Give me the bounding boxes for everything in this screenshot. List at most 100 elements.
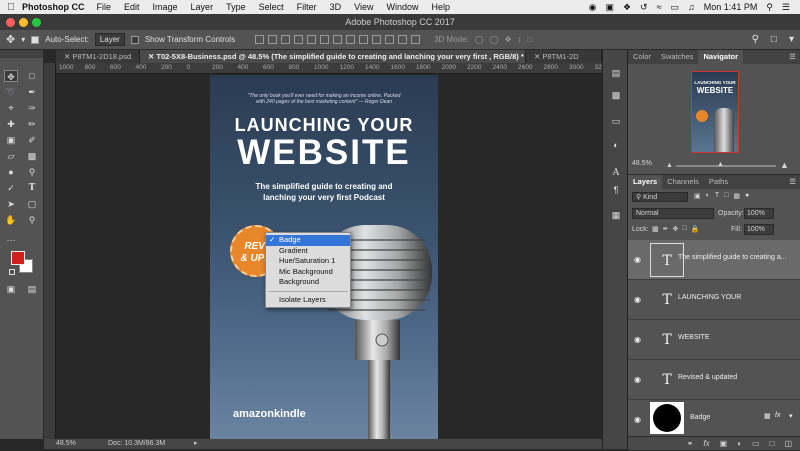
layer-row[interactable]: ◉ Badge ▦ fx ▾ [628, 400, 800, 436]
menu-item-isolate-layers[interactable]: Isolate Layers [266, 295, 350, 306]
default-colors-icon[interactable] [9, 269, 15, 275]
minimize-window-button[interactable] [19, 18, 28, 27]
menu-layer[interactable]: Layer [191, 2, 214, 12]
filter-toggle-icon[interactable]: ● [745, 192, 749, 200]
menu-filter[interactable]: Filter [297, 2, 317, 12]
zoom-tool-icon[interactable]: ⚲ [25, 214, 39, 226]
add-mask-icon[interactable]: ▣ [720, 437, 728, 450]
menu-list-icon[interactable]: ☰ [782, 2, 790, 13]
distribute-hcenter-icon[interactable] [385, 35, 395, 44]
time-machine-icon[interactable]: ↺ [640, 2, 648, 13]
search-icon[interactable]: ⚲ [766, 2, 773, 13]
lock-image-icon[interactable]: ✒ [663, 225, 669, 233]
visibility-eye-icon[interactable]: ◉ [634, 335, 644, 344]
tab-channels[interactable]: Channels [662, 175, 704, 189]
volume-icon[interactable]: ♫ [688, 2, 695, 12]
workspace-icon[interactable]: □ [771, 34, 777, 45]
history-brush-tool-icon[interactable]: ✐ [25, 134, 39, 146]
blur-tool-icon[interactable]: ● [4, 166, 18, 178]
status-icon-1[interactable]: ◉ [589, 2, 597, 13]
clock[interactable]: Mon 1:41 PM [704, 2, 758, 12]
zoom-window-button[interactable] [32, 18, 41, 27]
layer-name[interactable]: WEBSITE [678, 334, 710, 341]
zoom-in-icon[interactable]: ▲ [780, 160, 789, 170]
healing-brush-tool-icon[interactable]: ✚ [4, 118, 18, 130]
paragraph-panel-icon[interactable]: ¶ [609, 185, 623, 197]
align-left-icon[interactable] [294, 35, 304, 44]
tab-navigator[interactable]: Navigator [698, 50, 744, 64]
type-filter-icon[interactable]: T [715, 192, 719, 200]
brush-tool-icon[interactable]: ✏ [25, 118, 39, 130]
fx-icon[interactable]: fx [775, 412, 780, 419]
show-transform-checkbox[interactable] [130, 35, 139, 44]
new-adjustment-icon[interactable]: ◐ [737, 437, 742, 450]
status-menu-arrow[interactable]: ▸ [194, 439, 198, 449]
character-panel-icon[interactable]: A [609, 168, 623, 180]
menu-image[interactable]: Image [153, 2, 178, 12]
distribute-top-icon[interactable] [333, 35, 343, 44]
panel-menu-icon[interactable]: ☰ [789, 50, 800, 64]
screen-mode-icon[interactable]: ▤ [25, 283, 39, 295]
distribute-left-icon[interactable] [372, 35, 382, 44]
distribute-bottom-icon[interactable] [359, 35, 369, 44]
link-layers-icon[interactable]: ⚭ [687, 437, 694, 450]
tool-preset-picker[interactable]: ▾ [21, 35, 25, 44]
shape-filter-icon[interactable]: □ [724, 192, 728, 200]
align-vcenter-icon[interactable] [268, 35, 278, 44]
menu-item-hue-saturation[interactable]: Hue/Saturation 1 [266, 256, 350, 267]
fill-input[interactable]: 100% [744, 224, 774, 235]
align-right-icon[interactable] [320, 35, 330, 44]
layer-name[interactable]: Badge [690, 414, 710, 421]
layer-row[interactable]: ◉ T Revised & updated [628, 360, 800, 400]
menu-select[interactable]: Select [259, 2, 284, 12]
menu-type[interactable]: Type [226, 2, 246, 12]
menu-item-badge[interactable]: ✓ Badge [266, 235, 350, 246]
3d-scale-icon[interactable]: □ [527, 35, 532, 44]
smart-object-filter-icon[interactable]: ▦ [733, 192, 740, 200]
eyedropper-tool-icon[interactable]: ✑ [25, 102, 39, 114]
lasso-tool-icon[interactable]: ➰ [4, 86, 18, 98]
pixel-filter-icon[interactable]: ▣ [694, 192, 701, 200]
tab-p8tm1-2d18[interactable]: ✕ P8TM1-2D18.psd [56, 50, 140, 63]
dropbox-icon[interactable]: ❖ [623, 2, 631, 13]
path-selection-tool-icon[interactable]: ➤ [4, 198, 18, 210]
3d-slide-icon[interactable]: ↕ [517, 35, 521, 44]
workspace-dropdown[interactable]: ▾ [789, 34, 794, 45]
crop-tool-icon[interactable]: ⌖ [4, 102, 18, 114]
app-menu[interactable]: Photoshop CC [22, 2, 85, 12]
zoom-slider-handle[interactable]: ▲ [717, 161, 724, 168]
tab-swatches[interactable]: Swatches [656, 50, 699, 64]
wifi-icon[interactable]: ≈ [657, 2, 662, 12]
marquee-tool-icon[interactable]: □ [25, 70, 39, 82]
visibility-eye-icon[interactable]: ◉ [634, 375, 644, 384]
clone-stamp-tool-icon[interactable]: ▣ [4, 134, 18, 146]
lock-artboard-icon[interactable]: □ [682, 225, 686, 233]
rectangle-tool-icon[interactable]: ▢ [25, 198, 39, 210]
layer-name[interactable]: Revised & updated [678, 374, 737, 381]
gradient-tool-icon[interactable]: ▩ [25, 150, 39, 162]
align-bottom-icon[interactable] [281, 35, 291, 44]
edit-toolbar-icon[interactable]: ⋯ [4, 234, 18, 246]
3d-orbit-icon[interactable]: ◯ [475, 35, 484, 44]
airplay-icon[interactable]: ▭ [671, 2, 680, 13]
quick-select-tool-icon[interactable]: ✒ [25, 86, 39, 98]
libraries-panel-icon[interactable]: ▦ [609, 210, 623, 222]
visibility-eye-icon[interactable]: ◉ [634, 255, 644, 264]
menu-file[interactable]: File [97, 2, 112, 12]
lock-all-icon[interactable]: 🔒 [691, 225, 700, 233]
delete-layer-icon[interactable]: ◫ [784, 437, 792, 450]
menu-item-background[interactable]: Background [266, 277, 350, 288]
foreground-color-swatch[interactable] [11, 251, 25, 265]
adjustment-filter-icon[interactable]: ◐ [706, 192, 710, 200]
lock-transparent-icon[interactable]: ▩ [652, 225, 659, 233]
move-tool-icon[interactable]: ✥ [6, 33, 15, 46]
align-top-icon[interactable] [255, 35, 265, 44]
navigator-zoom-value[interactable]: 48.5% [632, 160, 652, 167]
quick-mask-icon[interactable]: ▣ [4, 283, 18, 295]
auto-select-checkbox[interactable] [31, 35, 40, 44]
zoom-slider-track[interactable] [676, 165, 776, 167]
tab-color[interactable]: Color [628, 50, 656, 64]
align-hcenter-icon[interactable] [307, 35, 317, 44]
distribute-right-icon[interactable] [398, 35, 408, 44]
menu-edit[interactable]: Edit [124, 2, 140, 12]
